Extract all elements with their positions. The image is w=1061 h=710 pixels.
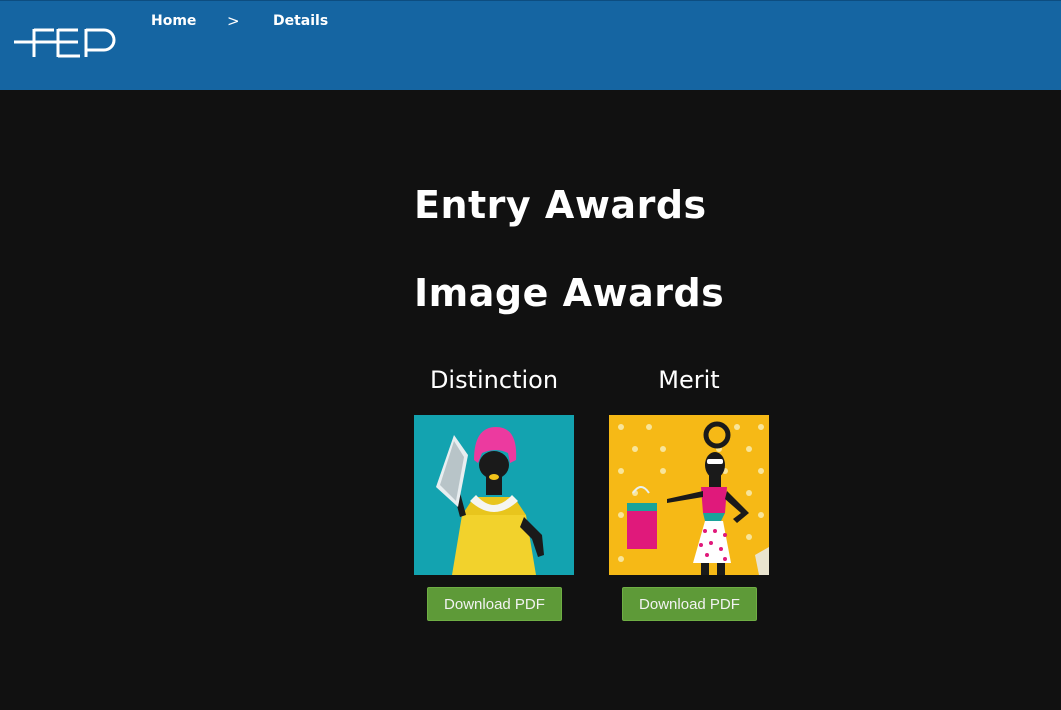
breadcrumb-home-link[interactable]: Home	[151, 13, 196, 29]
chevron-right-icon: >	[227, 12, 240, 30]
award-image-merit[interactable]	[609, 415, 769, 575]
download-pdf-button[interactable]: Download PDF	[427, 587, 562, 621]
header-bar: Home > Details	[0, 0, 1061, 90]
award-title: Distinction	[429, 366, 559, 394]
award-card-distinction: Distinction Download PDF	[414, 364, 574, 621]
fep-logo[interactable]	[14, 25, 116, 59]
image-awards-heading: Image Awards	[414, 271, 725, 315]
breadcrumb-current: Details	[273, 13, 329, 29]
award-title: Merit	[658, 366, 720, 394]
entry-awards-heading: Entry Awards	[414, 183, 707, 227]
download-pdf-button[interactable]: Download PDF	[622, 587, 757, 621]
award-card-merit: Merit Download PDF	[609, 364, 769, 621]
award-image-distinction[interactable]	[414, 415, 574, 575]
